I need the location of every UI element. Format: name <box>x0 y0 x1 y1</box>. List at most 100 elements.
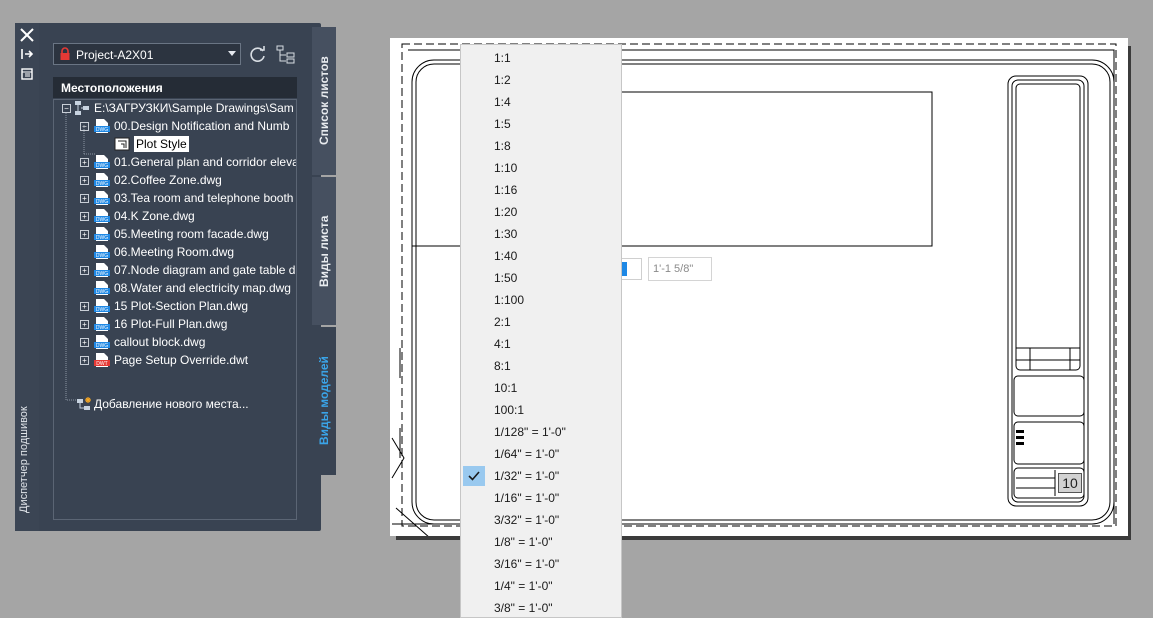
scale-option[interactable]: 100:1 <box>461 400 621 420</box>
scale-option[interactable]: 1/32" = 1'-0" <box>461 466 621 486</box>
expand-icon[interactable]: + <box>80 338 89 347</box>
scale-option[interactable]: 2:1 <box>461 312 621 332</box>
locations-header: Местоположения <box>53 77 297 98</box>
scale-option-label: 1:16 <box>494 183 518 197</box>
tree-item-label: 02.Coffee Zone.dwg <box>114 173 222 187</box>
svg-text:DWG: DWG <box>96 163 108 169</box>
add-location-row[interactable]: Добавление нового места... <box>54 395 296 413</box>
tree-item[interactable]: + DWG 16 Plot-Full Plan.dwg <box>54 315 296 333</box>
tree-item[interactable]: + DWG 07.Node diagram and gate table d <box>54 261 296 279</box>
scale-option[interactable]: 1:4 <box>461 92 621 112</box>
scale-option[interactable]: 1/128" = 1'-0" <box>461 422 621 442</box>
close-icon[interactable] <box>18 27 36 43</box>
expand-icon[interactable]: + <box>80 212 89 221</box>
tree-item[interactable]: DWG 06.Meeting Room.dwg <box>54 243 296 261</box>
tree-item-label: 06.Meeting Room.dwg <box>114 245 235 259</box>
tree-item[interactable]: + DWT Page Setup Override.dwt <box>54 351 296 369</box>
scale-option[interactable]: 1:10 <box>461 158 621 178</box>
viewport-scale-field[interactable]: 1'-1 5/8" <box>648 257 712 281</box>
scale-option[interactable]: 1:2 <box>461 70 621 90</box>
scale-option[interactable]: 1/64" = 1'-0" <box>461 444 621 464</box>
scale-option[interactable]: 10:1 <box>461 378 621 398</box>
scale-option[interactable]: 3/16" = 1'-0" <box>461 554 621 574</box>
tree-item[interactable]: + DWG 03.Tea room and telephone booth <box>54 189 296 207</box>
tree-item-label: 04.K Zone.dwg <box>114 209 195 223</box>
autohide-icon[interactable] <box>18 47 36 63</box>
expand-icon[interactable]: + <box>80 302 89 311</box>
tree-item-label: Plot Style <box>134 136 189 152</box>
palette-tabs: Список листов Виды листа Виды моделей <box>312 23 336 475</box>
expand-icon[interactable]: + <box>80 194 89 203</box>
scale-option[interactable]: 1:50 <box>461 268 621 288</box>
tree-item-label: 01.General plan and corridor eleva <box>114 155 297 169</box>
expand-icon[interactable]: + <box>80 158 89 167</box>
svg-text:DWG: DWG <box>96 235 108 241</box>
add-location-icon <box>76 396 92 412</box>
tree-item[interactable]: + DWG 04.K Zone.dwg <box>54 207 296 225</box>
scale-option[interactable]: 1/16" = 1'-0" <box>461 488 621 508</box>
dwg-icon: DWG <box>94 118 110 134</box>
refresh-icon[interactable] <box>248 45 268 65</box>
layout-icon <box>114 136 130 152</box>
scale-option[interactable]: 3/8" = 1'-0" <box>461 598 621 617</box>
properties-icon[interactable] <box>18 67 36 83</box>
scale-option[interactable]: 1:5 <box>461 114 621 134</box>
project-select[interactable]: Project-A2X01 <box>53 43 241 65</box>
scale-option[interactable]: 1:8 <box>461 136 621 156</box>
scale-option[interactable]: 1:100 <box>461 290 621 310</box>
scale-option-label: 1:30 <box>494 227 518 241</box>
tab-sheet-views[interactable]: Виды листа <box>312 177 336 325</box>
scale-option[interactable]: 1:20 <box>461 202 621 222</box>
scale-option[interactable]: 3/32" = 1'-0" <box>461 510 621 530</box>
tree-item[interactable]: − DWG 00.Design Notification and Numb <box>54 117 296 135</box>
expand-icon[interactable]: + <box>80 320 89 329</box>
scale-option-label: 1/32" = 1'-0" <box>494 469 560 483</box>
scale-option-label: 3/32" = 1'-0" <box>494 513 560 527</box>
folder-network-icon <box>74 100 90 116</box>
scale-option[interactable]: 8:1 <box>461 356 621 376</box>
collapse-icon[interactable]: − <box>62 104 71 113</box>
chevron-down-icon[interactable] <box>228 51 236 56</box>
expand-icon[interactable]: + <box>80 356 89 365</box>
scale-option-label: 1:100 <box>494 293 525 307</box>
scale-option[interactable]: 1/8" = 1'-0" <box>461 532 621 552</box>
tab-sheet-list[interactable]: Список листов <box>312 27 336 175</box>
svg-text:DWG: DWG <box>96 181 108 187</box>
svg-text:DWG: DWG <box>96 127 108 133</box>
scale-option[interactable]: 1:40 <box>461 246 621 266</box>
dwg-icon: DWG <box>94 208 110 224</box>
scale-option-label: 1/8" = 1'-0" <box>494 535 553 549</box>
tree-item[interactable]: + DWG 05.Meeting room facade.dwg <box>54 225 296 243</box>
expand-icon[interactable]: + <box>80 266 89 275</box>
dwg-icon: DWG <box>94 172 110 188</box>
scale-option-label: 1:40 <box>494 249 518 263</box>
scale-option-label: 3/16" = 1'-0" <box>494 557 560 571</box>
tree-item[interactable]: + DWG callout block.dwg <box>54 333 296 351</box>
scale-option-label: 8:1 <box>494 359 511 373</box>
collapse-icon[interactable]: − <box>80 122 89 131</box>
scale-option[interactable]: 1/4" = 1'-0" <box>461 576 621 596</box>
tab-model-views[interactable]: Виды моделей <box>312 327 336 475</box>
tree-root[interactable]: − E:\ЗАГРУЗКИ\Sample Drawings\Sam <box>54 100 296 117</box>
tree-item-label: 08.Water and electricity map.dwg <box>114 281 291 295</box>
locations-tree[interactable]: − E:\ЗАГРУЗКИ\Sample Drawings\Sam − DWG 00… <box>53 99 297 520</box>
scale-option[interactable]: 4:1 <box>461 334 621 354</box>
tree-item-label: 03.Tea room and telephone booth <box>114 191 294 205</box>
tree-item[interactable]: + DWG 02.Coffee Zone.dwg <box>54 171 296 189</box>
palette-title-strip: Диспетчер подшивок <box>15 23 39 531</box>
svg-text:DWG: DWG <box>96 199 108 205</box>
expand-icon[interactable]: + <box>80 230 89 239</box>
tree-item[interactable]: Plot Style <box>54 135 296 153</box>
dwg-icon: DWG <box>94 334 110 350</box>
scale-option-label: 1:50 <box>494 271 518 285</box>
tree-item-label: 00.Design Notification and Numb <box>114 119 290 133</box>
model-view-icon[interactable] <box>276 45 296 65</box>
tree-item[interactable]: + DWG 15 Plot-Section Plan.dwg <box>54 297 296 315</box>
expand-icon[interactable]: + <box>80 176 89 185</box>
scale-option[interactable]: 1:1 <box>461 48 621 68</box>
scale-option[interactable]: 1:16 <box>461 180 621 200</box>
scale-option[interactable]: 1:30 <box>461 224 621 244</box>
scale-dropdown-list[interactable]: 1:1 1:2 1:4 1:5 1:8 1:10 1:16 1:20 1:30 1:40 1:50 1… <box>460 44 622 618</box>
tree-item[interactable]: DWG 08.Water and electricity map.dwg <box>54 279 296 297</box>
tree-item[interactable]: + DWG 01.General plan and corridor eleva <box>54 153 297 171</box>
